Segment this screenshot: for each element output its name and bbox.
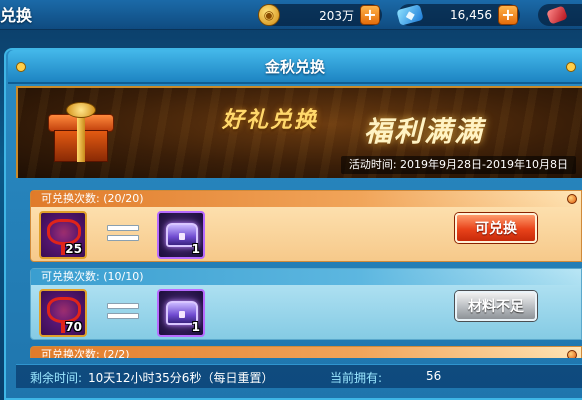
exchange-count-value: (20/20) [103,192,144,205]
material-quantity: 25 [65,242,82,256]
exchange-count: 可兑换次数: (2/2) [31,347,581,358]
diamond-amount: 16,456 [450,8,492,22]
exchange-count-label: 可兑换次数: [41,348,100,358]
add-diamond-button[interactable]: + [498,5,518,25]
material-slot[interactable]: 70 [39,289,87,337]
reward-quantity: 1 [191,242,200,256]
status-dot-icon [567,194,577,204]
window-title: 兑换 [0,6,33,25]
exchange-row: 可兑换次数: (10/10) 70 1 材料不足 [30,268,582,340]
ruby-resource [538,4,582,26]
exchange-list[interactable]: 可兑换次数: (20/20) 25 1 可兑换 可兑换次数: (10/10) 7… [30,190,582,358]
panel-header: 金秋兑换 [8,50,582,84]
owned-value: 56 [426,369,442,383]
exchange-row: 可兑换次数: (2/2) [30,346,582,358]
diamond-resource: ◆ 16,456 + [396,4,520,26]
exchange-count-label: 可兑换次数: [41,270,100,283]
event-period-value: 2019年9月28日-2019年10月8日 [400,158,568,171]
exchange-count-value: (10/10) [103,270,144,283]
exchange-count: 可兑换次数: (20/20) [31,191,581,207]
equals-icon [107,225,139,241]
owned-label: 当前拥有: [330,371,383,385]
redeem-button[interactable]: 可兑换 [455,213,537,243]
header-ornament-icon [566,62,576,72]
exchange-count: 可兑换次数: (10/10) [31,269,581,285]
gift-box-icon [46,102,116,164]
status-dot-icon [567,350,577,358]
reward-quantity: 1 [191,320,200,334]
exchange-count-value: (2/2) [103,348,130,358]
remaining-time-label: 剩余时间: [30,371,83,385]
equals-icon [107,303,139,319]
event-period-label: 活动时间: [348,158,397,171]
insufficient-materials-button[interactable]: 材料不足 [455,291,537,321]
top-bar: 兑换 ◉ 203万 + ◆ 16,456 + [0,0,582,30]
exchange-row: 可兑换次数: (20/20) 25 1 可兑换 [30,190,582,262]
diamond-icon: ◆ [396,4,424,26]
material-slot[interactable]: 25 [39,211,87,259]
panel-title: 金秋兑换 [264,58,325,76]
event-banner: 好礼兑换 福利满满 活动时间: 2019年9月28日-2019年10月8日 [16,86,582,178]
gold-resource: ◉ 203万 + [258,4,382,26]
reward-slot[interactable]: 1 [157,289,205,337]
ruby-icon [546,5,568,25]
material-quantity: 70 [65,320,82,334]
exchange-count-label: 可兑换次数: [41,192,100,205]
gold-amount: 203万 [319,8,354,23]
banner-slogan-right: 福利满满 [364,115,485,148]
reward-slot[interactable]: 1 [157,211,205,259]
add-gold-button[interactable]: + [360,5,380,25]
event-period: 活动时间: 2019年9月28日-2019年10月8日 [340,156,576,174]
banner-slogan-left: 好礼兑换 [222,107,319,133]
remaining-time-value: 10天12小时35分6秒（每日重置） [88,371,274,385]
footer-bar: 剩余时间: 10天12小时35分6秒（每日重置） 当前拥有: 56 [16,364,582,388]
gold-coin-icon: ◉ [258,4,280,26]
